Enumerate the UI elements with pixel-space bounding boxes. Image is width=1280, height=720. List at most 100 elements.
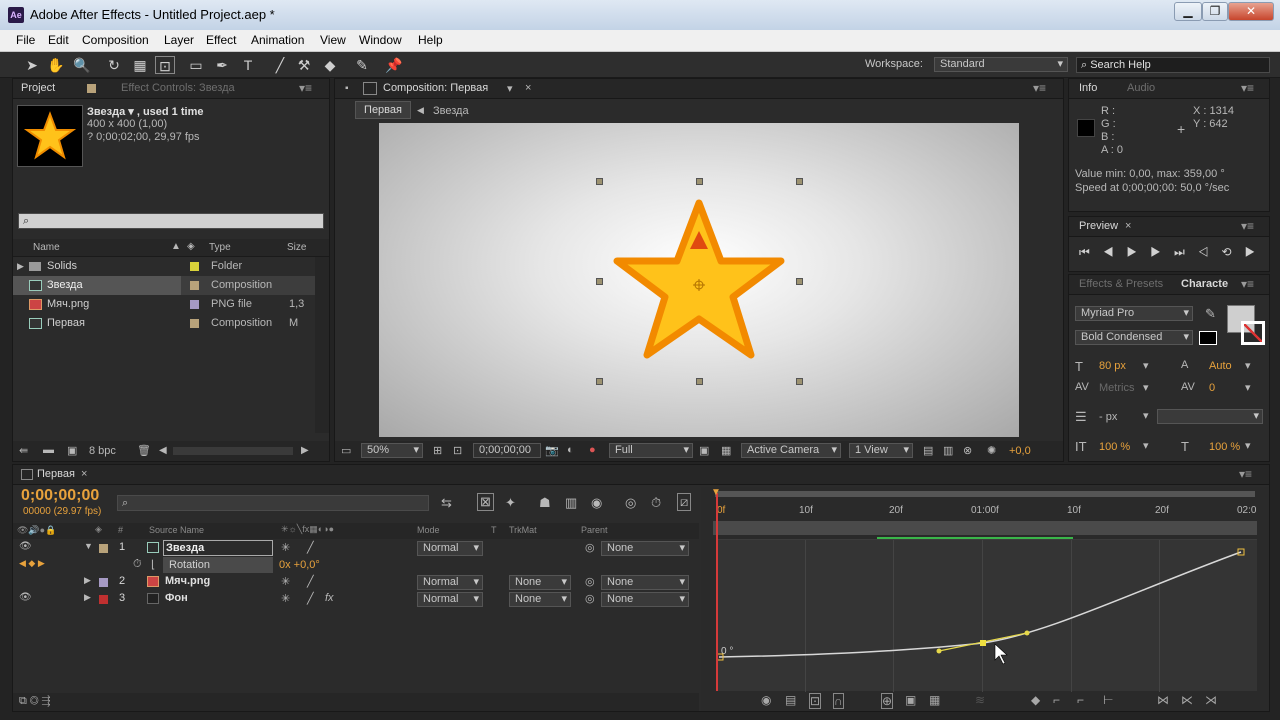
table-row[interactable]: 👁 ▶ 3 Фон ✳ ╱ fx Normal ▾ None ▾ ◎ None ▾ <box>13 591 699 608</box>
maximize-button[interactable]: ❐ <box>1202 2 1228 21</box>
stopwatch-icon[interactable]: ⏱ <box>133 558 142 571</box>
horizontal-scrollbar[interactable] <box>173 447 293 455</box>
tab-project[interactable]: Project <box>21 82 55 94</box>
panel-menu-icon[interactable]: ▾≡ <box>1241 81 1254 95</box>
project-scrollbar[interactable] <box>315 257 329 433</box>
property-name[interactable]: Rotation <box>163 557 273 573</box>
show-snapshot-icon[interactable]: ◐ <box>567 444 574 456</box>
panel-menu-icon[interactable]: ▾≡ <box>1241 277 1254 291</box>
chevron-down-icon[interactable]: ▾ <box>1245 381 1251 394</box>
speed-graph-curve[interactable] <box>717 540 1257 692</box>
transparency-grid-icon[interactable]: ▦ <box>721 444 731 457</box>
label-swatch[interactable] <box>190 319 199 328</box>
work-area-bar[interactable] <box>715 491 1255 497</box>
selection-tool-icon[interactable]: ➤ <box>22 56 42 74</box>
region-of-interest-icon[interactable]: ⊡ <box>453 444 462 457</box>
property-value[interactable]: 0x +0,0° <box>279 559 320 571</box>
black-white-swatch[interactable] <box>1199 331 1217 345</box>
font-style-dropdown[interactable]: Bold Condensed ▾ <box>1075 330 1193 345</box>
scroll-right-icon[interactable]: ▶ <box>301 445 309 456</box>
interpret-footage-icon[interactable]: ⇚ <box>19 444 28 457</box>
tab-audio[interactable]: Audio <box>1127 82 1155 94</box>
snap-icon[interactable]: ∩ <box>833 693 844 709</box>
ease-keyframe-icon[interactable]: ⊢ <box>1103 693 1113 707</box>
star-layer[interactable] <box>609 195 789 363</box>
label-swatch[interactable] <box>99 544 108 553</box>
live-update-icon[interactable]: ⊠ <box>477 493 494 511</box>
leading-value[interactable]: Auto <box>1209 360 1232 372</box>
eraser-tool-icon[interactable]: ◆ <box>320 56 340 74</box>
chevron-down-icon[interactable]: ▾ <box>1245 359 1251 372</box>
tab-composition[interactable]: Composition: Первая <box>383 82 488 94</box>
transform-box-icon[interactable]: ⊡ <box>809 693 822 709</box>
resolution-dropdown[interactable]: Full ▾ <box>609 443 693 458</box>
label-swatch[interactable] <box>190 281 199 290</box>
motion-blur-icon[interactable]: ◉ <box>591 495 602 511</box>
keyframe-navigator-icon[interactable]: ◀ ◆ ▶ <box>19 558 45 569</box>
pick-whip-icon[interactable]: ◎ <box>585 541 595 554</box>
transform-handle[interactable] <box>596 378 603 385</box>
transform-handle[interactable] <box>596 278 603 285</box>
easy-ease-in-icon[interactable]: ⋉ <box>1181 693 1193 707</box>
layer-duration-bar[interactable] <box>713 521 1257 535</box>
blend-mode-dropdown[interactable]: Normal ▾ <box>417 575 483 590</box>
close-tab-icon[interactable]: × <box>81 468 87 480</box>
comp-flowchart-icon[interactable]: ⊗ <box>963 444 972 457</box>
auto-bezier-keyframe-icon[interactable]: ⌐ <box>1077 693 1084 707</box>
chevron-down-icon[interactable]: ▾ <box>1143 381 1149 394</box>
edit-value-icon[interactable]: ▦ <box>929 693 940 707</box>
label-swatch[interactable] <box>190 300 199 309</box>
stroke-color-swatch[interactable] <box>1241 321 1265 345</box>
trkmat-dropdown[interactable]: None ▾ <box>509 592 571 607</box>
table-row[interactable]: ▶ 2 Мяч.png ✳ ╱ Normal ▾ None ▾ ◎ None ▾ <box>13 574 699 591</box>
workspace-dropdown[interactable]: Standard ▾ <box>934 57 1068 72</box>
new-folder-icon[interactable]: ▬ <box>43 444 54 456</box>
tab-character[interactable]: Characte <box>1181 278 1228 290</box>
linear-keyframe-icon[interactable]: ⌐ <box>1053 693 1060 707</box>
clone-stamp-tool-icon[interactable]: ⚒ <box>294 56 314 74</box>
label-swatch[interactable] <box>99 595 108 604</box>
menu-animation[interactable]: Animation <box>251 33 304 47</box>
toggle-pixel-aspect-icon[interactable]: ▤ <box>923 444 933 457</box>
fit-all-icon[interactable]: ▣ <box>905 693 916 707</box>
expand-arrow-icon[interactable]: ▼ <box>84 541 93 551</box>
fast-previews-icon[interactable]: ▣ <box>699 444 709 457</box>
audio-icon[interactable]: ◁ <box>1198 245 1222 259</box>
transform-handle[interactable] <box>596 178 603 185</box>
parent-dropdown[interactable]: None ▾ <box>601 592 689 607</box>
frame-blending-icon[interactable]: ▥ <box>565 495 577 511</box>
toggle-switches-icon[interactable]: ⧉ ◎ ⇶ <box>19 695 50 708</box>
loop-icon[interactable]: ⟲ <box>1222 245 1245 259</box>
view-layout-dropdown[interactable]: 1 View ▾ <box>849 443 913 458</box>
pick-whip-icon[interactable]: ◎ <box>585 592 595 605</box>
bpc-label[interactable]: 8 bpc <box>89 445 116 457</box>
composition-viewer[interactable] <box>379 123 1019 437</box>
puppet-pin-tool-icon[interactable]: 📌 <box>384 56 404 74</box>
minimize-button[interactable]: ▁ <box>1174 2 1202 21</box>
column-name[interactable]: Name <box>33 242 60 253</box>
current-time-field[interactable]: 0;00;00;00 <box>473 443 541 458</box>
column-type[interactable]: Type <box>209 242 231 253</box>
expand-arrow-icon[interactable]: ▶ <box>17 257 24 276</box>
pen-tool-icon[interactable]: ✒ <box>212 56 232 74</box>
zoom-tool-icon[interactable]: 🔍 <box>72 56 92 74</box>
parent-dropdown[interactable]: None ▾ <box>601 575 689 590</box>
column-source-name[interactable]: Source Name <box>149 525 204 535</box>
breadcrumb-second[interactable]: Звезда <box>433 105 469 117</box>
table-row[interactable]: 👁 ▼ 1 Звезда ✳ ╱ Normal ▾ ◎ None ▾ <box>13 540 699 557</box>
play-icon[interactable]: ▶ <box>1127 245 1151 259</box>
hide-shy-layers-icon[interactable]: ☗ <box>539 495 551 511</box>
scroll-left-icon[interactable]: ◀ <box>159 445 167 456</box>
quality-switch-icon[interactable]: ╱ <box>307 575 314 588</box>
panel-menu-icon[interactable]: ▾≡ <box>1241 219 1254 233</box>
menu-composition[interactable]: Composition <box>82 33 149 47</box>
visibility-eye-icon[interactable]: 👁 <box>19 592 32 603</box>
new-composition-icon[interactable]: ▣ <box>67 444 77 457</box>
list-item[interactable]: Первая Composition <box>13 314 315 333</box>
roto-brush-tool-icon[interactable]: ✎ <box>352 56 372 74</box>
camera-tool-icon[interactable]: ▦ <box>130 56 150 74</box>
rectangle-tool-icon[interactable]: ▭ <box>186 56 206 74</box>
menu-window[interactable]: Window <box>359 33 402 47</box>
menu-help[interactable]: Help <box>418 33 443 47</box>
column-size[interactable]: Size <box>287 242 306 253</box>
